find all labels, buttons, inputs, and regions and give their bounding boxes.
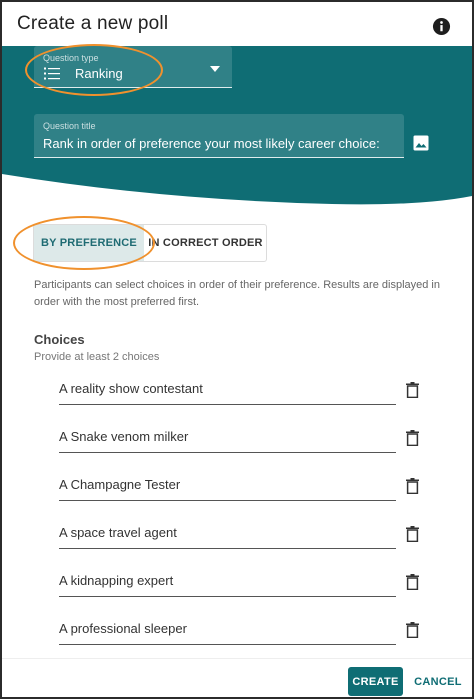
ranking-mode-toggle: BY PREFERENCE IN CORRECT ORDER — [33, 224, 267, 262]
choice-text[interactable]: A professional sleeper — [59, 621, 187, 636]
poll-dialog: Create a new poll Question type Ranking … — [0, 0, 474, 699]
question-type-label: Question type — [43, 53, 99, 63]
dialog-footer: CREATE CANCEL — [2, 658, 472, 697]
question-title-label: Question title — [43, 121, 96, 131]
dialog-header: Create a new poll — [2, 2, 472, 48]
trash-icon[interactable] — [406, 526, 419, 542]
image-icon[interactable] — [413, 135, 429, 151]
choices-hint: Provide at least 2 choices — [34, 351, 160, 363]
choice-text[interactable]: A kidnapping expert — [59, 573, 173, 588]
choice-input[interactable]: A kidnapping expert — [59, 567, 396, 597]
choice-input[interactable]: A reality show contestant — [59, 375, 396, 405]
trash-icon[interactable] — [406, 382, 419, 398]
choice-input[interactable]: A Champagne Tester — [59, 471, 396, 501]
question-title-field[interactable]: Question title Rank in order of preferen… — [34, 114, 404, 158]
choice-text[interactable]: A reality show contestant — [59, 381, 203, 396]
choice-input[interactable]: A space travel agent — [59, 519, 396, 549]
info-icon[interactable] — [432, 17, 451, 36]
trash-icon[interactable] — [406, 622, 419, 638]
mode-description: Participants can select choices in order… — [34, 279, 440, 308]
choice-text[interactable]: A Champagne Tester — [59, 477, 180, 492]
cancel-button[interactable]: CANCEL — [410, 667, 466, 696]
trash-icon[interactable] — [406, 574, 419, 590]
trash-icon[interactable] — [406, 430, 419, 446]
choice-text[interactable]: A space travel agent — [59, 525, 177, 540]
question-type-select[interactable]: Question type Ranking — [34, 46, 232, 88]
choice-text[interactable]: A Snake venom milker — [59, 429, 188, 444]
trash-icon[interactable] — [406, 478, 419, 494]
chevron-down-icon[interactable] — [210, 66, 220, 72]
question-type-value: Ranking — [75, 66, 123, 81]
create-button[interactable]: CREATE — [348, 667, 403, 696]
dialog-title: Create a new poll — [17, 13, 169, 34]
choice-input[interactable]: A professional sleeper — [59, 615, 396, 645]
in-correct-order-button[interactable]: IN CORRECT ORDER — [144, 225, 267, 261]
list-icon — [44, 67, 60, 80]
choices-heading: Choices — [34, 332, 85, 347]
question-title-input[interactable]: Rank in order of preference your most li… — [43, 136, 380, 151]
by-preference-button[interactable]: BY PREFERENCE — [34, 225, 144, 261]
choice-input[interactable]: A Snake venom milker — [59, 423, 396, 453]
